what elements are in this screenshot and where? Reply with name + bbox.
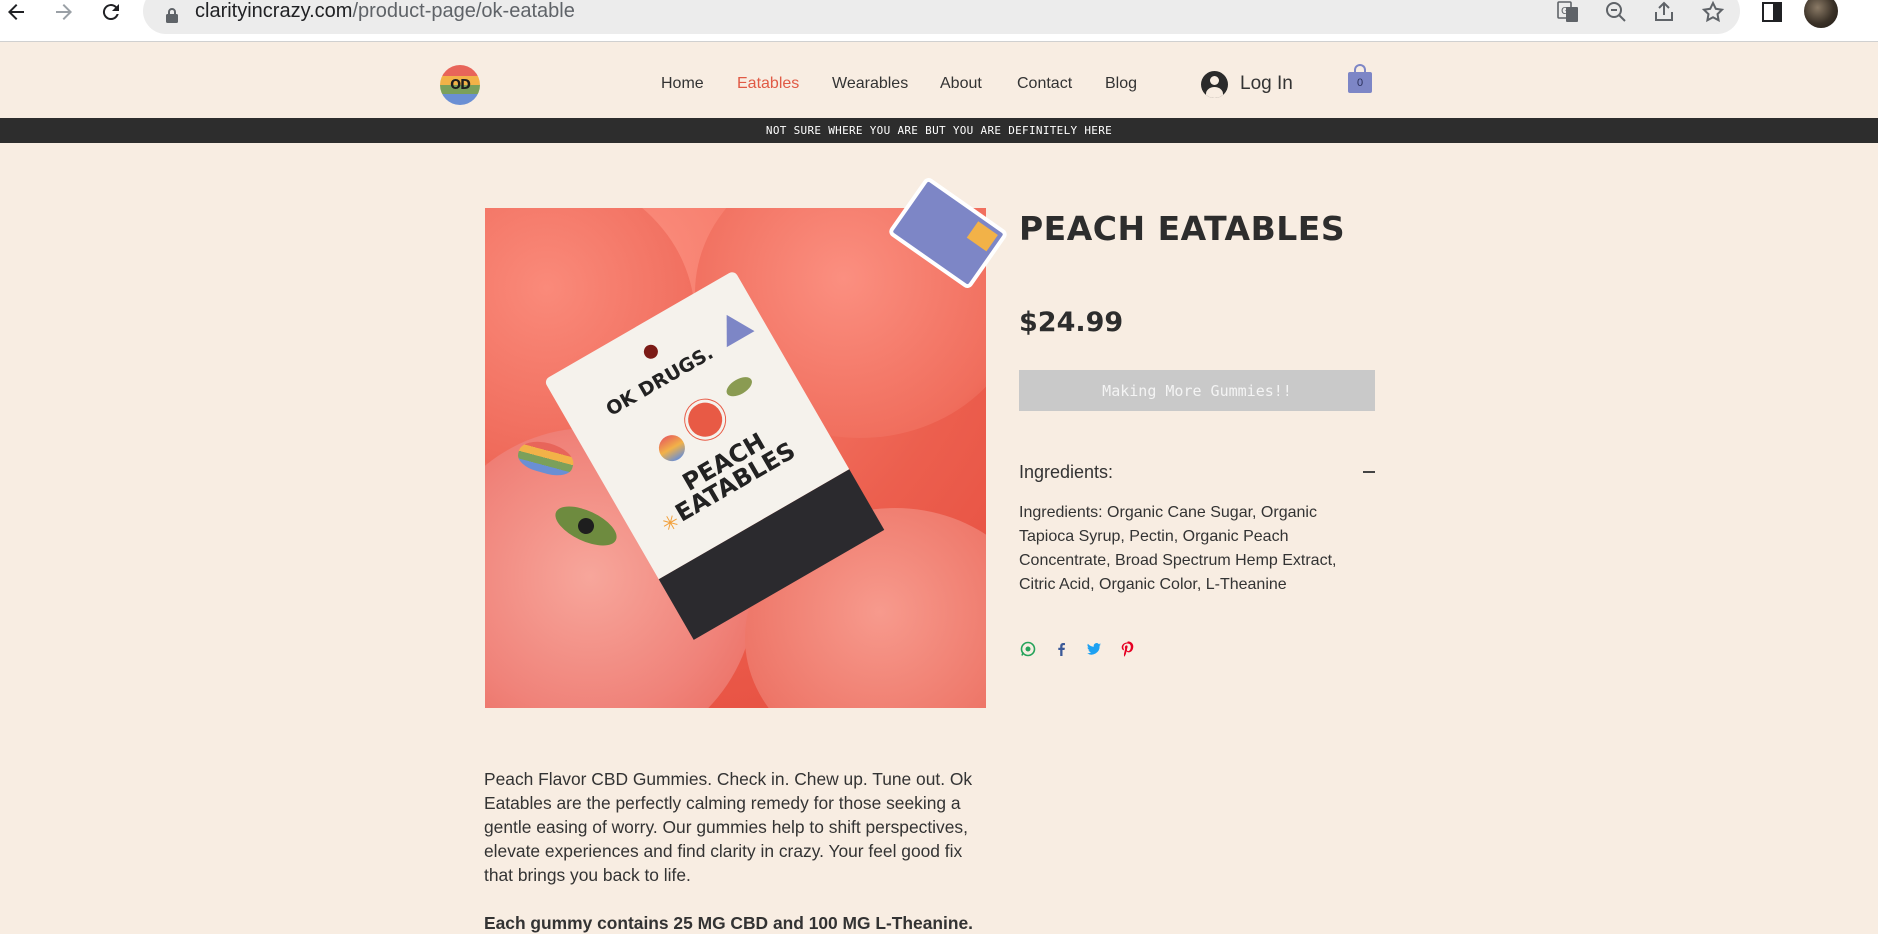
cart-button[interactable]: 0	[1348, 64, 1372, 94]
ingredients-text: Ingredients: Organic Cane Sugar, Organic…	[1019, 504, 1337, 593]
bookmark-star-icon[interactable]	[1699, 0, 1727, 24]
side-panel-icon[interactable]	[1758, 0, 1786, 24]
login-label: Log In	[1240, 73, 1293, 94]
url-path: /product-page/ok-eatable	[352, 0, 575, 22]
nav-contact[interactable]: Contact	[1017, 75, 1072, 93]
minus-icon[interactable]	[1363, 466, 1375, 478]
reload-icon[interactable]	[95, 0, 127, 24]
site-logo[interactable]: OD	[440, 65, 480, 105]
nav-wearables[interactable]: Wearables	[832, 75, 908, 93]
zoom-out-icon[interactable]	[1602, 0, 1630, 24]
product-description: Peach Flavor CBD Gummies. Check in. Chew…	[484, 769, 973, 885]
twitter-icon[interactable]	[1085, 641, 1102, 658]
pinterest-icon[interactable]	[1118, 641, 1135, 658]
nav-eatables[interactable]: Eatables	[737, 75, 799, 93]
product-price: $24.99	[1019, 307, 1124, 338]
eye-pupil	[575, 515, 597, 537]
ingredients-label: Ingredients:	[1019, 461, 1114, 482]
whatsapp-icon[interactable]	[1019, 641, 1036, 658]
address-bar[interactable]: clarityincrazy.com/product-page/ok-eatab…	[143, 0, 1740, 34]
share-page-icon[interactable]	[1650, 0, 1678, 24]
ingredients-toggle[interactable]: Ingredients:	[1019, 460, 1375, 484]
nav-about[interactable]: About	[940, 75, 982, 93]
product-title: PEACH EATABLES	[1019, 209, 1346, 248]
site-header: OD Home Eatables Wearables About Contact…	[0, 42, 1878, 118]
announcement-bar: NOT SURE WHERE YOU ARE BUT YOU ARE DEFIN…	[0, 118, 1878, 143]
login-button[interactable]: Log In	[1201, 70, 1293, 98]
back-icon[interactable]	[0, 0, 32, 24]
product-dosage: Each gummy contains 25 MG CBD and 100 MG…	[484, 913, 973, 933]
forward-icon[interactable]	[48, 0, 80, 24]
share-bar	[1019, 640, 1135, 658]
cart-count: 0	[1348, 72, 1372, 93]
translate-icon[interactable]: G	[1554, 0, 1582, 24]
logo-text: OD	[450, 77, 471, 93]
profile-avatar[interactable]	[1804, 0, 1838, 28]
browser-toolbar: clarityincrazy.com/product-page/ok-eatab…	[0, 0, 1878, 42]
user-icon	[1201, 70, 1228, 98]
facebook-icon[interactable]	[1052, 641, 1069, 658]
out-of-stock-button[interactable]: Making More Gummies!!	[1019, 370, 1375, 411]
lock-icon[interactable]	[165, 7, 179, 23]
nav-home[interactable]: Home	[661, 75, 704, 93]
url-host: clarityincrazy.com	[195, 0, 353, 22]
nav-blog[interactable]: Blog	[1105, 75, 1137, 93]
